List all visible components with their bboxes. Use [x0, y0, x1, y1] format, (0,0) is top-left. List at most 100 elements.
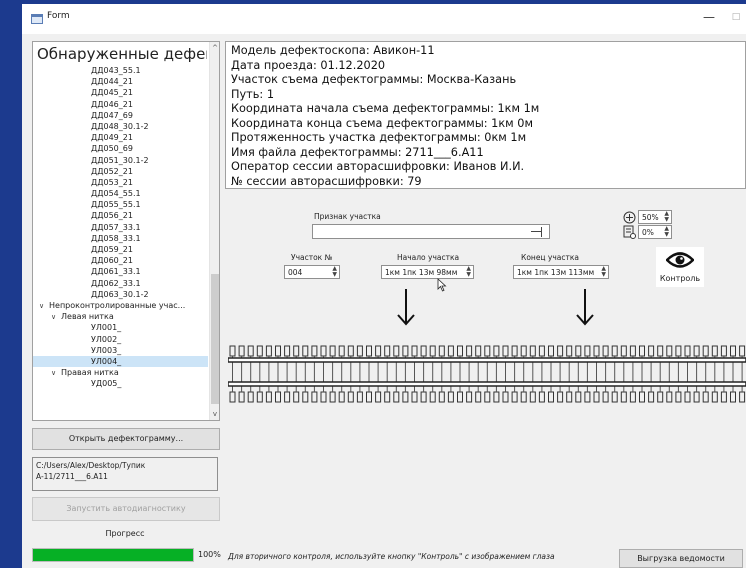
- segment-attr-field[interactable]: [312, 224, 550, 239]
- tree-item[interactable]: ДД046_21: [33, 99, 208, 110]
- sleeper: [356, 345, 363, 357]
- run-autodiagnostic-button[interactable]: Запустить автодиагностику: [32, 497, 220, 521]
- sleeper: [684, 345, 691, 357]
- tree-item[interactable]: ДД059_21: [33, 244, 208, 255]
- scale-spinbox-1[interactable]: 50% ▲ ▼: [638, 210, 672, 224]
- tree-item-label: УЛ002_: [91, 334, 122, 344]
- tree-item[interactable]: ДД050_69: [33, 143, 208, 154]
- sleeper: [566, 391, 573, 403]
- tree-header: Обнаруженные дефекты: [37, 45, 207, 63]
- minimize-button[interactable]: —: [698, 7, 720, 27]
- segment-end-spinbox[interactable]: 1км 1пк 13м 113мм ▲ ▼: [513, 265, 609, 279]
- tree-item[interactable]: ∨ Левая нитка: [33, 311, 208, 322]
- sleeper: [393, 391, 400, 403]
- rail-track: [228, 345, 746, 403]
- sleeper: [730, 391, 736, 403]
- scroll-thumb[interactable]: [211, 274, 219, 404]
- tree-item[interactable]: ДД044_21: [33, 76, 208, 87]
- sleeper: [320, 345, 327, 357]
- segment-attr-handle: [531, 231, 541, 232]
- tree-item[interactable]: ДД045_21: [33, 87, 208, 98]
- sleeper: [620, 345, 627, 357]
- tree-item[interactable]: ДД060_21: [33, 255, 208, 266]
- tree-item[interactable]: УЛ004_: [33, 355, 208, 368]
- tree-item[interactable]: ДД057_33.1: [33, 222, 208, 233]
- info-panel: Модель дефектоскопа: Авикон-11 Дата проез…: [225, 41, 746, 189]
- sleeper: [511, 345, 518, 357]
- control-button[interactable]: Контроль: [656, 247, 704, 287]
- sleeper: [648, 391, 655, 403]
- tree-item[interactable]: УЛ001_: [33, 322, 208, 333]
- tree-item[interactable]: ∨ Непроконтролированные учас...: [33, 300, 208, 311]
- tree-item[interactable]: ДД051_30.1-2: [33, 155, 208, 166]
- chevron-down-icon[interactable]: ∨: [51, 368, 61, 378]
- sleeper: [356, 391, 363, 403]
- sleeper: [639, 391, 645, 403]
- tree-item[interactable]: ДД061_33.1: [33, 266, 208, 277]
- tree-scrollbar[interactable]: ^ v: [209, 42, 219, 420]
- tree-item[interactable]: ДД053_21: [33, 177, 208, 188]
- spin-arrows-icon[interactable]: ▲ ▼: [664, 211, 669, 223]
- tree-item[interactable]: ДД047_69: [33, 110, 208, 121]
- spin-arrows-icon[interactable]: ▲ ▼: [664, 226, 669, 238]
- sleeper: [529, 345, 536, 357]
- sleeper: [229, 345, 236, 357]
- tree-item[interactable]: УЛ002_: [33, 334, 208, 345]
- tree-item[interactable]: ДД055_55.1: [33, 199, 208, 210]
- segment-number-spinbox[interactable]: 004 ▲ ▼: [284, 265, 340, 279]
- info-line: Путь: 1: [231, 87, 275, 101]
- segment-start-spinbox[interactable]: 1км 1пк 13м 98мм ▲ ▼: [381, 265, 474, 279]
- sleeper: [347, 345, 354, 357]
- scale-spinbox-2[interactable]: 0% ▲ ▼: [638, 225, 672, 239]
- sleeper: [548, 345, 554, 357]
- progress-label: Прогресс: [105, 529, 145, 538]
- tree-item-label: ДД053_21: [91, 177, 133, 187]
- arrow-down-icon: [396, 288, 416, 330]
- tree-item[interactable]: УД005_: [33, 378, 208, 389]
- tree-item[interactable]: УЛ003_: [33, 345, 208, 356]
- sleeper: [511, 391, 518, 403]
- sleeper: [375, 345, 382, 357]
- scroll-up-icon[interactable]: ^: [210, 43, 219, 53]
- sleeper: [666, 391, 673, 403]
- defects-tree[interactable]: Обнаруженные дефекты ДД043_55.1ДД044_21Д…: [32, 41, 220, 421]
- scroll-down-icon[interactable]: v: [210, 409, 219, 419]
- tree-item-label: УД005_: [91, 379, 122, 389]
- segment-end-label: Конец участка: [521, 253, 580, 262]
- segment-start-value: 1км 1пк 13м 98мм: [385, 268, 458, 277]
- export-report-button[interactable]: Выгрузка ведомости: [619, 549, 743, 568]
- spin-arrows-icon[interactable]: ▲ ▼: [466, 266, 471, 278]
- sleeper: [584, 391, 591, 403]
- tree-item[interactable]: ДД052_21: [33, 166, 208, 177]
- tree-item[interactable]: ДД043_55.1: [33, 65, 208, 76]
- sleeper: [730, 345, 736, 357]
- sleeper: [602, 345, 609, 357]
- sleeper: [329, 391, 336, 403]
- tree-item[interactable]: ∨ Правая нитка: [33, 367, 208, 378]
- tree-item-label: УЛ001_: [91, 323, 122, 333]
- sleeper: [429, 345, 436, 357]
- tree-item-label: ДД055_55.1: [91, 200, 141, 210]
- spin-arrows-icon[interactable]: ▲ ▼: [332, 266, 337, 278]
- sleeper: [302, 391, 309, 403]
- tree-item[interactable]: ДД048_30.1-2: [33, 121, 208, 132]
- open-defectogram-button[interactable]: Открыть дефектограмму...: [32, 428, 220, 450]
- tree-item[interactable]: ДД062_33.1: [33, 278, 208, 289]
- spin-arrows-icon[interactable]: ▲ ▼: [601, 266, 606, 278]
- chevron-down-icon[interactable]: ∨: [39, 301, 49, 311]
- tree-item-label: ДД046_21: [91, 99, 133, 109]
- tree-item[interactable]: ДД063_30.1-2: [33, 289, 208, 300]
- sleeper: [457, 391, 463, 403]
- tree-item[interactable]: ДД056_21: [33, 210, 208, 221]
- scale-value-2: 0%: [642, 228, 654, 237]
- tree-item[interactable]: ДД054_55.1: [33, 188, 208, 199]
- maximize-button[interactable]: □: [726, 7, 746, 27]
- info-line: Участок съема дефектограммы: Москва-Каза…: [231, 73, 517, 86]
- tree-item-label: УЛ004_: [91, 356, 122, 366]
- sleeper: [447, 345, 454, 357]
- tree-item[interactable]: ДД058_33.1: [33, 233, 208, 244]
- tree-item[interactable]: ДД049_21: [33, 132, 208, 143]
- chevron-down-icon[interactable]: ∨: [51, 312, 61, 322]
- sleeper: [256, 391, 263, 403]
- sleeper: [602, 391, 609, 403]
